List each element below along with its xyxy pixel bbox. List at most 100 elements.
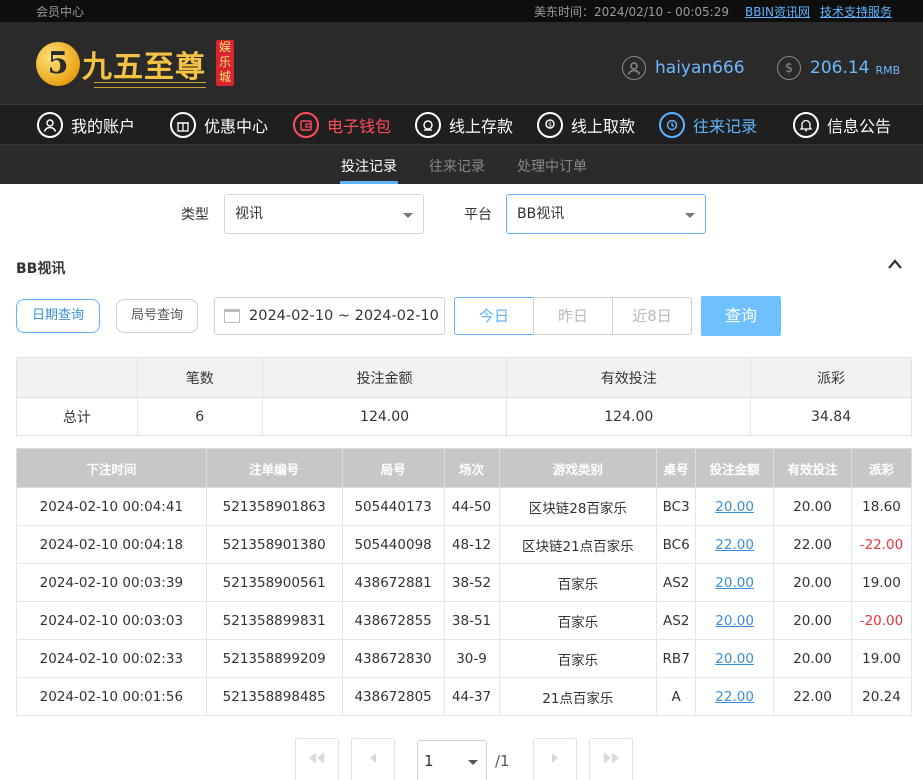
table-no: RB7 — [656, 639, 697, 678]
wallet-icon — [293, 112, 319, 138]
date-query-button[interactable]: 日期查询 — [16, 299, 100, 333]
deposit-icon — [415, 112, 441, 138]
table-row: 2024-02-10 00:04:41 521358901863 5054401… — [16, 487, 913, 526]
table-row: 2024-02-10 00:03:03 521358899831 4386728… — [16, 601, 913, 640]
prev-page-button[interactable] — [351, 738, 395, 780]
game-type: 百家乐 — [498, 601, 658, 640]
session: 48-12 — [443, 525, 500, 564]
date-range-input[interactable]: 2024-02-10 ~ 2024-02-10 — [214, 297, 445, 335]
withdraw-icon: $ — [537, 112, 563, 138]
round-query-button[interactable]: 局号查询 — [116, 299, 198, 333]
nav-transaction-records[interactable]: 往来记录 — [659, 111, 757, 139]
summary-header: 笔数 — [136, 357, 263, 398]
table-row: 2024-02-10 00:02:33 521358899209 4386728… — [16, 639, 913, 678]
user-icon — [622, 56, 646, 80]
bet-time: 2024-02-10 00:03:39 — [16, 563, 207, 602]
bbin-news-link[interactable]: BBIN资讯网 — [745, 3, 810, 20]
logo-ornament — [94, 82, 206, 88]
summary-cell: 总计 — [16, 397, 138, 436]
history-icon — [659, 112, 685, 138]
valid-bet: 20.00 — [773, 601, 852, 640]
double-chevron-left-icon — [309, 752, 325, 764]
platform-label: 平台 — [464, 207, 492, 223]
summary-header: 派彩 — [750, 357, 912, 398]
summary-header: 有效投注 — [506, 357, 752, 398]
next-page-button[interactable] — [533, 738, 577, 780]
summary-table: 笔数 投注金额 有效投注 派彩 总计 6 124.00 124.00 34.84 — [16, 357, 912, 436]
date-range-value: 2024-02-10 ~ 2024-02-10 — [249, 308, 439, 324]
column-header: 派彩 — [850, 448, 913, 488]
balance-amount: 206.14 — [810, 58, 870, 78]
tab-transactions[interactable]: 往来记录 — [429, 156, 485, 176]
chevron-up-icon[interactable] — [887, 258, 903, 272]
page-value: 1 — [424, 752, 434, 770]
brand-badge: 娱乐城 — [216, 40, 234, 86]
summary-header: 投注金额 — [261, 357, 508, 398]
summary-cell: 124.00 — [506, 397, 752, 436]
nav-promotions[interactable]: 优惠中心 — [170, 111, 268, 139]
nav-online-deposit[interactable]: 线上存款 — [415, 111, 513, 139]
table-row: 2024-02-10 00:01:56 521358898485 4386728… — [16, 677, 913, 716]
nav-online-withdraw[interactable]: $ 线上取款 — [537, 111, 635, 139]
type-select[interactable]: 视讯 — [224, 194, 424, 234]
payout: 19.00 — [850, 563, 913, 602]
last-8-days-button[interactable]: 近8日 — [612, 297, 692, 335]
tab-pending-orders[interactable]: 处理中订单 — [517, 156, 587, 176]
summary-header — [16, 357, 138, 398]
bet-amount-link[interactable]: 22.00 — [695, 677, 775, 716]
table-row: 2024-02-10 00:03:39 521358900561 4386728… — [16, 563, 913, 602]
brand-logo[interactable]: 5 九五至尊 娱乐城 — [36, 36, 236, 90]
bet-id: 521358898485 — [205, 677, 343, 716]
table-no: BC6 — [656, 525, 697, 564]
nav-label: 往来记录 — [693, 117, 758, 136]
table-no: AS2 — [656, 601, 697, 640]
column-header: 投注金额 — [695, 448, 775, 488]
session: 44-37 — [443, 677, 500, 716]
yesterday-button[interactable]: 昨日 — [533, 297, 613, 335]
game-type: 区块链28百家乐 — [498, 487, 658, 526]
chevron-down-icon — [468, 760, 478, 765]
round-id: 438672805 — [341, 677, 445, 716]
column-header: 下注时间 — [16, 448, 207, 488]
summary-row: 总计 6 124.00 124.00 34.84 — [16, 397, 912, 436]
valid-bet: 22.00 — [773, 525, 852, 564]
bet-id: 521358899209 — [205, 639, 343, 678]
bet-amount-link[interactable]: 22.00 — [695, 525, 775, 564]
balance-info: $ 206.14 RMB — [777, 56, 900, 80]
bet-amount-link[interactable]: 20.00 — [695, 601, 775, 640]
session: 38-52 — [443, 563, 500, 602]
summary-cell: 6 — [136, 397, 263, 436]
today-button[interactable]: 今日 — [454, 297, 534, 335]
tech-support-link[interactable]: 技术支持服务 — [820, 3, 892, 20]
column-header: 桌号 — [656, 448, 697, 488]
chevron-right-icon — [552, 753, 558, 763]
nav-label: 优惠中心 — [204, 117, 269, 136]
platform-select[interactable]: BB视讯 — [506, 194, 706, 234]
table-header-row: 下注时间 注单编号 局号 场次 游戏类别 桌号 投注金额 有效投注 派彩 — [16, 448, 913, 488]
balance-currency: RMB — [875, 63, 901, 77]
tab-bet-records[interactable]: 投注记录 — [340, 156, 398, 184]
bet-amount-link[interactable]: 20.00 — [695, 487, 775, 526]
bet-amount-link[interactable]: 20.00 — [695, 639, 775, 678]
nav-my-account[interactable]: 我的账户 — [37, 111, 135, 139]
bell-icon — [793, 112, 819, 138]
bet-id: 521358900561 — [205, 563, 343, 602]
us-eastern-time: 美东时间：2024/02/10 - 00:05:29 — [533, 5, 729, 19]
table-no: A — [656, 677, 697, 716]
nav-announcements[interactable]: 信息公告 — [793, 111, 891, 139]
payout: -22.00 — [850, 525, 913, 564]
member-center-label: 会员中心 — [36, 5, 85, 19]
round-id: 505440173 — [341, 487, 445, 526]
top-bar: 会员中心 美东时间：2024/02/10 - 00:05:29 BBIN资讯网 … — [0, 0, 923, 22]
last-page-button[interactable] — [589, 738, 633, 780]
first-page-button[interactable] — [295, 738, 339, 780]
session: 30-9 — [443, 639, 500, 678]
query-button[interactable]: 查询 — [701, 296, 781, 336]
column-header: 游戏类别 — [498, 448, 658, 488]
bet-amount-link[interactable]: 20.00 — [695, 563, 775, 602]
site-header: 5 九五至尊 娱乐城 haiyan666 $ 206.14 RMB — [0, 22, 923, 104]
page-select[interactable]: 1 — [417, 740, 487, 780]
column-header: 注单编号 — [205, 448, 343, 488]
nav-e-wallet[interactable]: 电子钱包 — [293, 111, 391, 139]
page-total: /1 — [495, 752, 510, 770]
